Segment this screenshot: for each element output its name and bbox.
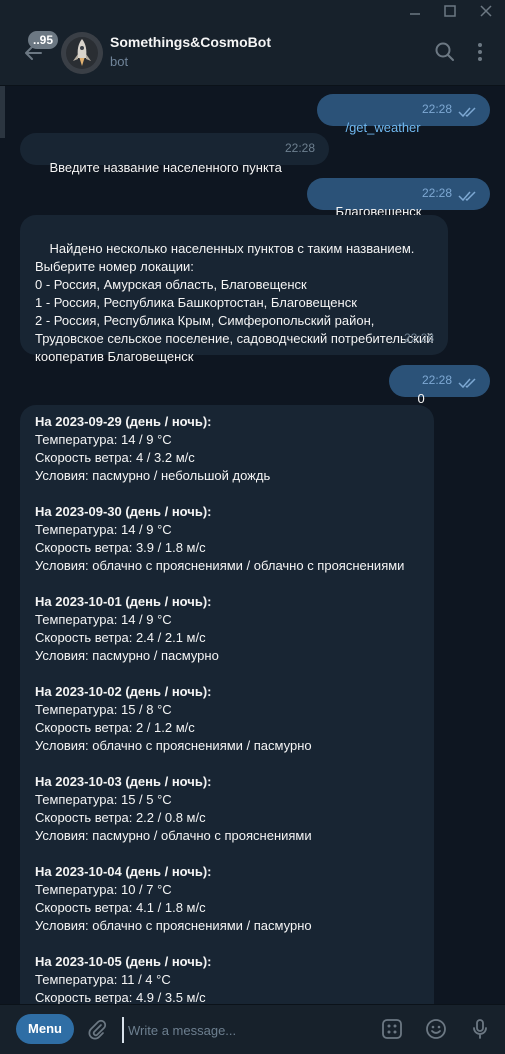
message-text: Найдено несколько населенных пунктов с т… <box>35 241 434 364</box>
forecast-day: На 2023-10-05 (день / ночь): Температура:… <box>35 953 434 1004</box>
forecast-conditions: Условия: облачно с прояснениями / пасмур… <box>35 918 312 933</box>
close-icon[interactable] <box>477 2 495 20</box>
forecast-day-heading: На 2023-09-30 (день / ночь): <box>35 504 212 519</box>
forecast-day-heading: На 2023-10-01 (день / ночь): <box>35 594 212 609</box>
forecast-wind-speed: Скорость ветра: 4.9 / 3.5 м/с <box>35 990 206 1004</box>
forecast-wind-speed: Скорость ветра: 2.4 / 2.1 м/с <box>35 630 206 645</box>
forecast-conditions: Условия: облачно с прояснениями / пасмур… <box>35 738 312 753</box>
read-checks-icon <box>458 107 476 118</box>
command-text[interactable]: /get_weather <box>345 120 420 135</box>
window-titlebar <box>0 0 505 22</box>
chat-subtitle: bot <box>110 54 129 69</box>
forecast-day: На 2023-09-29 (день / ночь): Температура:… <box>35 413 434 485</box>
forecast-day-heading: На 2023-10-04 (день / ночь): <box>35 864 212 879</box>
paperclip-icon[interactable] <box>86 1018 108 1040</box>
forecast-temperature: Температура: 14 / 9 °C <box>35 522 172 537</box>
message-time: 22:28 <box>421 186 452 200</box>
emoji-icon[interactable] <box>424 1017 448 1041</box>
forecast-day: На 2023-10-04 (день / ночь): Температура:… <box>35 863 434 935</box>
forecast-wind-speed: Скорость ветра: 3.9 / 1.8 м/с <box>35 540 206 555</box>
search-icon[interactable] <box>434 41 456 63</box>
more-vertical-icon[interactable] <box>469 41 491 63</box>
rocket-avatar-icon <box>61 32 103 74</box>
message-bubble-outgoing[interactable]: /get_weather 22:28 <box>317 94 490 135</box>
forecast-day-heading: На 2023-09-29 (день / ночь): <box>35 414 212 429</box>
maximize-icon[interactable] <box>441 2 459 20</box>
forecast-temperature: Температура: 10 / 7 °C <box>35 882 172 897</box>
message-bubble-incoming[interactable]: Найдено несколько населенных пунктов с т… <box>20 215 448 364</box>
forecast-day: На 2023-10-03 (день / ночь): Температура:… <box>35 773 434 845</box>
forecast-day: На 2023-10-02 (день / ночь): Температура:… <box>35 683 434 755</box>
forecast-wind-speed: Скорость ветра: 4 / 3.2 м/с <box>35 450 195 465</box>
message-time: 22:28 <box>284 141 315 155</box>
forecast-temperature: Температура: 14 / 9 °C <box>35 432 172 447</box>
message-bubble-incoming[interactable]: Введите название населенного пункта 22:2… <box>20 133 329 175</box>
forecast-day: На 2023-09-30 (день / ночь): Температура:… <box>35 503 434 575</box>
commands-icon[interactable] <box>380 1017 404 1041</box>
forecast-temperature: Температура: 15 / 8 °C <box>35 702 172 717</box>
forecast-day-heading: На 2023-10-05 (день / ночь): <box>35 954 212 969</box>
message-composer: Menu <box>0 1004 505 1054</box>
forecast-conditions: Условия: облачно с прояснениями / облачн… <box>35 558 405 573</box>
forecast-day-heading: На 2023-10-03 (день / ночь): <box>35 774 212 789</box>
unread-badge: ..95 <box>28 31 59 49</box>
forecast-conditions: Условия: пасмурно / облачно с прояснения… <box>35 828 312 843</box>
microphone-icon[interactable] <box>468 1017 492 1041</box>
message-text: 0 <box>417 391 425 406</box>
message-input[interactable] <box>122 1017 370 1043</box>
chat-header: ..95 Somethings&CosmoBot bot <box>0 22 505 86</box>
message-time: 22:28 <box>421 373 452 387</box>
avatar[interactable] <box>61 32 103 74</box>
forecast-wind-speed: Скорость ветра: 4.1 / 1.8 м/с <box>35 900 206 915</box>
read-checks-icon <box>458 378 476 389</box>
menu-button[interactable]: Menu <box>16 1014 74 1044</box>
message-bubble-outgoing[interactable]: 0 22:28 <box>389 365 490 406</box>
message-text: Введите название населенного пункта <box>49 160 282 175</box>
forecast-temperature: Температура: 15 / 5 °C <box>35 792 172 807</box>
forecast-conditions: Условия: пасмурно / небольшой дождь <box>35 468 271 483</box>
forecast-day: На 2023-10-01 (день / ночь): Температура:… <box>35 593 434 665</box>
message-time: 22:28 <box>421 102 452 116</box>
message-time: 22:28 <box>403 331 434 345</box>
forecast-conditions: Условия: пасмурно / пасмурно <box>35 648 219 663</box>
minimize-icon[interactable] <box>406 2 424 20</box>
message-bubble-outgoing[interactable]: Благовещенск 22:28 <box>307 178 490 219</box>
forecast-temperature: Температура: 14 / 9 °C <box>35 612 172 627</box>
forecast-day-heading: На 2023-10-02 (день / ночь): <box>35 684 212 699</box>
forecast-temperature: Температура: 11 / 4 °C <box>35 972 171 987</box>
scrollbar[interactable] <box>0 86 5 138</box>
message-list[interactable]: /get_weather 22:28 Введите название насе… <box>0 86 505 1004</box>
chat-title[interactable]: Somethings&CosmoBot <box>110 34 271 50</box>
forecast-wind-speed: Скорость ветра: 2.2 / 0.8 м/с <box>35 810 206 825</box>
read-checks-icon <box>458 191 476 202</box>
forecast-wind-speed: Скорость ветра: 2 / 1.2 м/с <box>35 720 195 735</box>
weather-forecast-message[interactable]: На 2023-09-29 (день / ночь): Температура:… <box>20 405 434 1004</box>
